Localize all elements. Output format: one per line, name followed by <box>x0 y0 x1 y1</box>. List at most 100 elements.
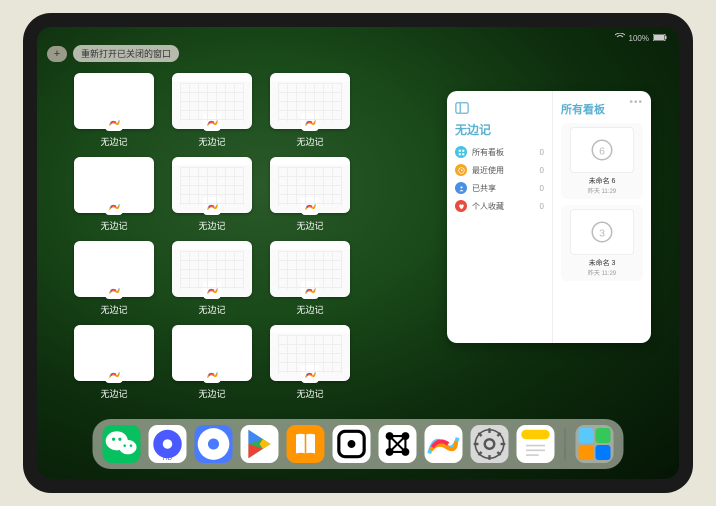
category-heart[interactable]: 个人收藏0 <box>455 200 544 212</box>
freeform-icon <box>203 365 221 383</box>
window-label: 无边记 <box>296 387 323 400</box>
dock-dice-icon[interactable] <box>333 425 371 463</box>
app-window[interactable]: 无边记 <box>269 73 351 151</box>
heart-icon <box>455 200 467 212</box>
app-window[interactable]: 无边记 <box>269 241 351 319</box>
window-label: 无边记 <box>198 135 225 148</box>
panel-sidebar: 无边记 所有看板0最近使用0已共享0个人收藏0 <box>447 91 553 343</box>
app-window[interactable]: 无边记 <box>171 73 253 151</box>
window-thumbnail[interactable] <box>74 73 154 129</box>
dock-quark-hd-icon[interactable]: HD <box>149 425 187 463</box>
freeform-icon <box>203 197 221 215</box>
window-label: 无边记 <box>198 303 225 316</box>
freeform-icon <box>105 197 123 215</box>
dock-notes-icon[interactable] <box>517 425 555 463</box>
category-count: 0 <box>540 184 544 193</box>
window-thumbnail[interactable] <box>172 157 252 213</box>
board-date: 昨天 11:29 <box>588 268 616 277</box>
category-label: 所有看板 <box>472 147 504 158</box>
dock-settings-icon[interactable] <box>471 425 509 463</box>
drag-handle-icon[interactable]: ••• <box>629 97 643 108</box>
category-count: 0 <box>540 202 544 211</box>
svg-text:6: 6 <box>599 146 605 158</box>
window-thumbnail[interactable] <box>270 73 350 129</box>
category-count: 0 <box>540 148 544 157</box>
app-window[interactable]: 无边记 <box>171 325 253 403</box>
dock-separator <box>565 428 566 460</box>
svg-text:3: 3 <box>599 228 605 240</box>
window-label: 无边记 <box>100 387 127 400</box>
board-thumbnail: 3 <box>570 209 634 255</box>
freeform-icon <box>301 197 319 215</box>
window-label: 无边记 <box>100 303 127 316</box>
dock-graph-icon[interactable] <box>379 425 417 463</box>
mini-app-icon <box>596 445 611 460</box>
window-label: 无边记 <box>198 387 225 400</box>
dock-books-icon[interactable] <box>287 425 325 463</box>
app-window[interactable]: 无边记 <box>171 241 253 319</box>
dock-freeform-icon[interactable] <box>425 425 463 463</box>
window-label: 无边记 <box>100 219 127 232</box>
category-clock[interactable]: 最近使用0 <box>455 164 544 176</box>
wifi-icon <box>615 33 625 43</box>
board-date: 昨天 11:29 <box>588 186 616 195</box>
sidebar-toggle-icon[interactable] <box>455 101 469 115</box>
freeform-icon <box>301 365 319 383</box>
ipad-frame: 100% + 重新打开已关闭的窗口 无边记无边记无边记无边记无边记无边记无边记无… <box>23 13 693 493</box>
mini-app-icon <box>596 428 611 443</box>
window-label: 无边记 <box>296 219 323 232</box>
category-grid[interactable]: 所有看板 0 <box>455 146 544 158</box>
freeform-icon <box>105 113 123 131</box>
app-window[interactable]: 无边记 <box>171 157 253 235</box>
window-label: 无边记 <box>296 303 323 316</box>
dock-quark-icon[interactable] <box>195 425 233 463</box>
window-thumbnail[interactable] <box>270 157 350 213</box>
category-label: 已共享 <box>472 183 496 194</box>
battery-icon <box>653 34 667 43</box>
board-thumbnail: 6 <box>570 127 634 173</box>
battery-label: 100% <box>629 34 649 43</box>
window-thumbnail[interactable] <box>74 325 154 381</box>
people-icon <box>455 182 467 194</box>
new-window-button[interactable]: + <box>47 46 67 62</box>
freeform-icon <box>105 365 123 383</box>
app-window[interactable]: 无边记 <box>73 73 155 151</box>
window-label: 无边记 <box>296 135 323 148</box>
category-people[interactable]: 已共享 0 <box>455 182 544 194</box>
window-thumbnail[interactable] <box>270 241 350 297</box>
window-thumbnail[interactable] <box>172 241 252 297</box>
app-window[interactable]: 无边记 <box>269 325 351 403</box>
top-bar: + 重新打开已关闭的窗口 <box>47 45 179 62</box>
clock-icon <box>455 164 467 176</box>
freeform-icon <box>301 281 319 299</box>
expose-panel: ••• 无边记 所有看板0最近使用0已共享0个人收藏0 所有看板 6未命名 6昨… <box>447 91 651 343</box>
dock-recent-group[interactable] <box>576 425 614 463</box>
panel-content: 所有看板 6未命名 6昨天 11:293未命名 3昨天 11:29 <box>553 91 651 343</box>
window-thumbnail[interactable] <box>74 241 154 297</box>
board-card[interactable]: 6 未命名 6昨天 11:29 <box>561 123 643 199</box>
freeform-icon <box>203 113 221 131</box>
grid-icon <box>455 146 467 158</box>
app-window[interactable]: 无边记 <box>73 157 155 235</box>
board-label: 未命名 3 <box>589 258 616 268</box>
screen: 100% + 重新打开已关闭的窗口 无边记无边记无边记无边记无边记无边记无边记无… <box>37 27 679 479</box>
app-window[interactable]: 无边记 <box>269 157 351 235</box>
freeform-icon <box>105 281 123 299</box>
window-thumbnail[interactable] <box>172 73 252 129</box>
category-label: 最近使用 <box>472 165 504 176</box>
window-label: 无边记 <box>198 219 225 232</box>
mini-app-icon <box>579 445 594 460</box>
app-window[interactable]: 无边记 <box>73 325 155 403</box>
board-label: 未命名 6 <box>589 176 616 186</box>
dock-play-icon[interactable] <box>241 425 279 463</box>
dock-wechat-icon[interactable] <box>103 425 141 463</box>
reopen-closed-button[interactable]: 重新打开已关闭的窗口 <box>73 45 179 62</box>
board-card[interactable]: 3 未命名 3昨天 11:29 <box>561 205 643 281</box>
window-thumbnail[interactable] <box>172 325 252 381</box>
status-bar: 100% <box>37 31 679 45</box>
window-thumbnail[interactable] <box>74 157 154 213</box>
app-window[interactable]: 无边记 <box>73 241 155 319</box>
freeform-icon <box>203 281 221 299</box>
window-thumbnail[interactable] <box>270 325 350 381</box>
svg-text:HD: HD <box>163 455 173 462</box>
